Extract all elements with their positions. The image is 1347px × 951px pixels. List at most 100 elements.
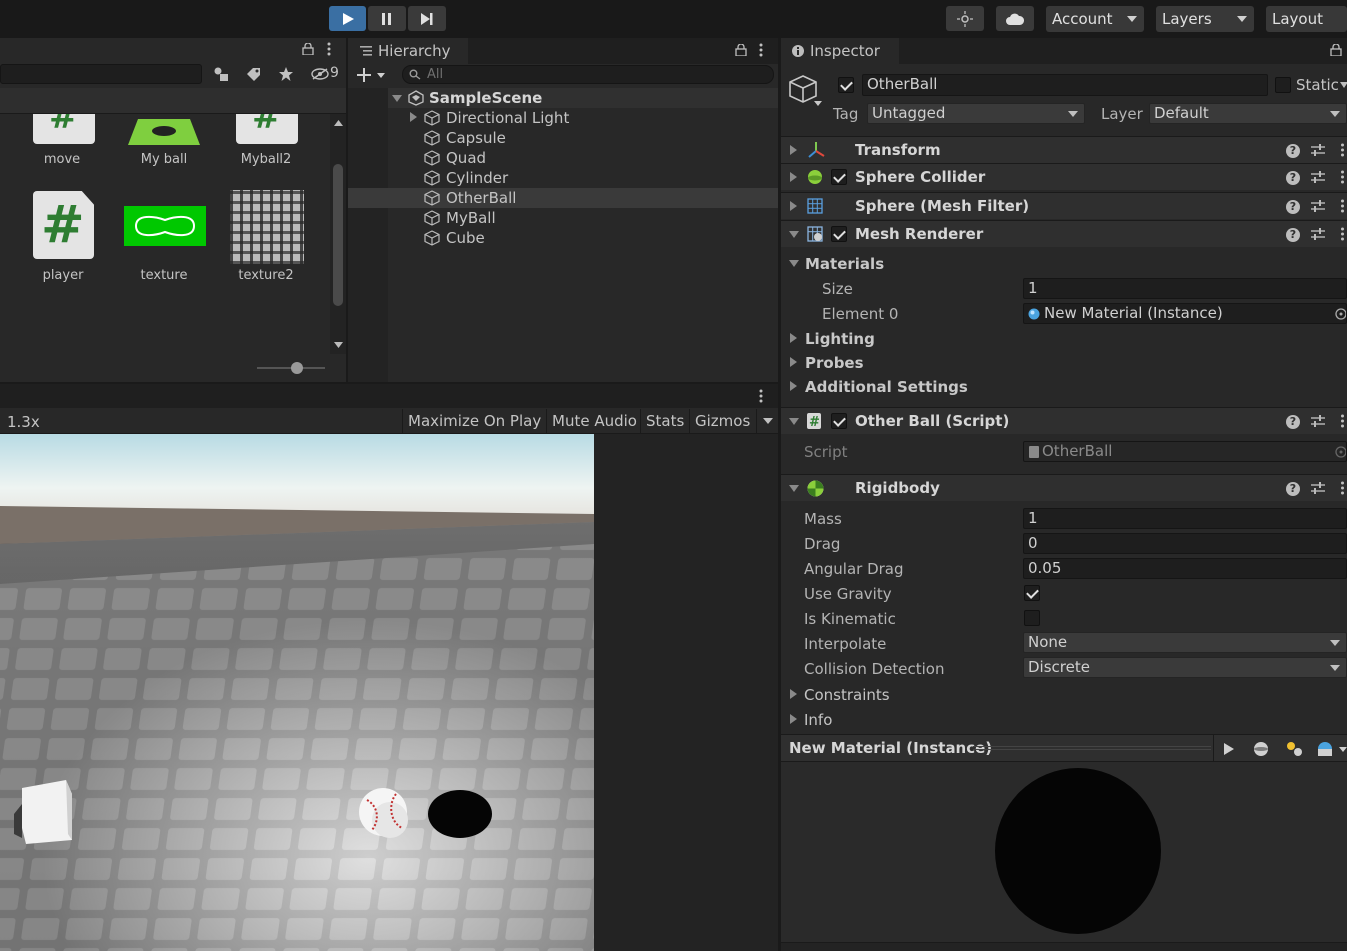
presets-sliders-icon[interactable] — [1311, 170, 1325, 184]
element-0-object-field[interactable]: New Material (Instance) — [1023, 303, 1347, 324]
fold-open-icon[interactable] — [789, 260, 799, 267]
create-add-icon[interactable] — [356, 67, 386, 83]
hierarchy-item-quad[interactable]: Quad — [424, 148, 486, 168]
hierarchy-item-capsule[interactable]: Capsule — [424, 128, 506, 148]
asset-thumb-player[interactable]: # — [33, 191, 94, 259]
kebab-menu-icon[interactable] — [1340, 481, 1345, 495]
object-name-input[interactable]: OtherBall — [862, 74, 1268, 96]
tab-inspector[interactable]: Inspector — [781, 38, 899, 64]
gizmos-button[interactable]: Gizmos — [689, 409, 755, 433]
presets-sliders-icon[interactable] — [1311, 481, 1325, 495]
layer-dropdown[interactable]: Default — [1149, 103, 1347, 124]
fold-closed-icon[interactable] — [790, 689, 797, 699]
interpolate-dropdown[interactable]: None — [1023, 632, 1347, 653]
kebab-menu-icon[interactable] — [758, 43, 764, 57]
kebab-menu-icon[interactable] — [1340, 143, 1345, 157]
fold-open-icon[interactable] — [789, 485, 799, 492]
component-mesh-filter-header[interactable]: Sphere (Mesh Filter) ? — [781, 192, 1347, 219]
active-checkbox[interactable] — [838, 77, 854, 93]
hierarchy-item-cube[interactable]: Cube — [424, 228, 485, 248]
material-preview-header[interactable]: New Material (Instance) — [781, 734, 1347, 763]
materials-label[interactable]: Materials — [805, 255, 884, 273]
slider-handle[interactable] — [291, 362, 303, 374]
fold-closed-icon[interactable] — [790, 357, 797, 367]
help-icon[interactable]: ? — [1286, 171, 1300, 185]
help-icon[interactable]: ? — [1286, 144, 1300, 158]
scene-row[interactable]: SampleScene — [388, 88, 805, 108]
account-dropdown[interactable]: Account — [1046, 6, 1144, 32]
lighting-section[interactable]: Lighting — [805, 330, 875, 348]
project-search-input[interactable] — [0, 64, 202, 84]
hidden-packages-icon[interactable] — [311, 68, 329, 80]
static-checkbox[interactable] — [1275, 77, 1291, 93]
maximize-on-play-button[interactable]: Maximize On Play — [402, 409, 546, 433]
scrollbar-thumb[interactable] — [333, 164, 343, 306]
services-button[interactable] — [946, 6, 984, 31]
collision-detection-dropdown[interactable]: Discrete — [1023, 657, 1347, 678]
gameobject-cube-icon[interactable] — [788, 74, 824, 108]
fold-open-icon[interactable] — [789, 418, 799, 425]
component-enabled-checkbox[interactable] — [831, 226, 847, 242]
component-enabled-checkbox[interactable] — [831, 413, 847, 429]
presets-sliders-icon[interactable] — [1311, 199, 1325, 213]
asset-thumb-texture[interactable] — [124, 206, 206, 246]
additional-settings-section[interactable]: Additional Settings — [805, 378, 968, 396]
presets-sliders-icon[interactable] — [1311, 227, 1325, 241]
tab-hierarchy[interactable]: Hierarchy — [348, 38, 468, 64]
play-button[interactable] — [329, 6, 366, 31]
cloud-button[interactable] — [996, 6, 1034, 31]
kebab-menu-icon[interactable] — [1340, 170, 1345, 184]
component-enabled-checkbox[interactable] — [831, 169, 847, 185]
label-tag-icon[interactable] — [246, 67, 262, 81]
fold-closed-icon[interactable] — [790, 145, 797, 155]
step-button[interactable] — [408, 6, 446, 31]
lock-icon[interactable] — [1330, 44, 1342, 56]
component-rigidbody-header[interactable]: Rigidbody ? — [781, 474, 1347, 501]
mass-input[interactable]: 1 — [1023, 508, 1347, 529]
asset-thumb-my-ball[interactable] — [128, 119, 200, 145]
help-icon[interactable]: ? — [1286, 415, 1300, 429]
filter-by-type-icon[interactable] — [212, 66, 230, 82]
kebab-menu-icon[interactable] — [1340, 227, 1345, 241]
layers-dropdown[interactable]: Layers — [1156, 6, 1254, 32]
hierarchy-item-directional-light[interactable]: Directional Light — [424, 108, 569, 128]
kebab-menu-icon[interactable] — [1340, 199, 1345, 213]
preview-background-icon[interactable] — [1317, 741, 1347, 757]
preview-drag-handle[interactable] — [973, 746, 1211, 750]
expand-closed-icon[interactable] — [410, 112, 417, 122]
fold-closed-icon[interactable] — [790, 714, 797, 724]
help-icon[interactable]: ? — [1286, 482, 1300, 496]
fold-open-icon[interactable] — [789, 231, 799, 238]
materials-size-input[interactable]: 1 — [1023, 278, 1347, 299]
asset-grid-scrollbar[interactable] — [330, 114, 346, 354]
hierarchy-item-cylinder[interactable]: Cylinder — [424, 168, 508, 188]
component-mesh-renderer-header[interactable]: Mesh Renderer ? — [781, 220, 1347, 247]
component-sphere-collider-header[interactable]: Sphere Collider ? — [781, 163, 1347, 190]
material-preview-area[interactable] — [781, 762, 1347, 942]
mute-audio-button[interactable]: Mute Audio — [546, 409, 642, 433]
is-kinematic-checkbox[interactable] — [1024, 610, 1040, 626]
play-preview-icon[interactable] — [1223, 742, 1235, 756]
scroll-up-icon[interactable] — [334, 120, 343, 126]
fold-closed-icon[interactable] — [790, 333, 797, 343]
lock-icon[interactable] — [735, 44, 747, 56]
asset-thumb-myball2[interactable]: # — [236, 114, 298, 144]
gizmos-dropdown[interactable] — [756, 409, 778, 433]
info-section[interactable]: Info — [804, 711, 832, 729]
chevron-down-icon[interactable] — [1340, 82, 1347, 88]
help-icon[interactable]: ? — [1286, 200, 1300, 214]
presets-sliders-icon[interactable] — [1311, 414, 1325, 428]
object-picker-icon[interactable] — [1335, 308, 1347, 320]
stats-button[interactable]: Stats — [640, 409, 689, 433]
angular-drag-input[interactable]: 0.05 — [1023, 558, 1347, 579]
probes-section[interactable]: Probes — [805, 354, 864, 372]
kebab-menu-icon[interactable] — [326, 42, 332, 56]
preview-sphere-icon[interactable] — [1253, 741, 1269, 757]
component-transform-header[interactable]: Transform ? — [781, 136, 1347, 163]
kebab-menu-icon[interactable] — [758, 389, 764, 403]
use-gravity-checkbox[interactable] — [1024, 585, 1040, 601]
hierarchy-item-otherball[interactable]: OtherBall — [424, 188, 516, 208]
preview-lighting-icon[interactable] — [1285, 740, 1303, 758]
hierarchy-item-myball[interactable]: MyBall — [424, 208, 496, 228]
help-icon[interactable]: ? — [1286, 228, 1300, 242]
